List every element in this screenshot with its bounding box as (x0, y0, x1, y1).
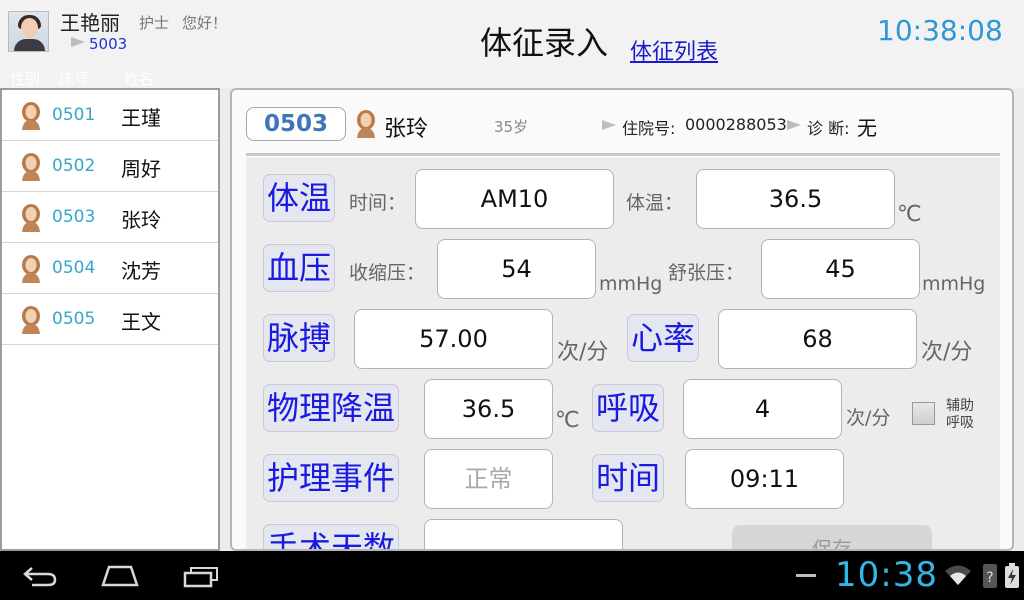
female-patient-icon (22, 153, 40, 181)
event-time-button[interactable]: 时间 (592, 454, 665, 502)
female-patient-icon (22, 306, 40, 334)
patient-list: 0501 王瑾 0502 周好 0503 张玲 0504 沈芳 0505 王文 (0, 88, 220, 551)
user-avatar (8, 11, 49, 52)
temperature-button[interactable]: 体温 (263, 174, 336, 222)
patient-bed: 0502 (52, 156, 96, 176)
temperature-label: 体温： (626, 192, 684, 214)
save-button[interactable]: 保存 (732, 525, 932, 549)
col-bed: 床号 (59, 70, 90, 88)
col-name: 姓名 (124, 70, 155, 88)
blood-pressure-button[interactable]: 血压 (263, 244, 336, 292)
assisted-breathing-label-line2: 呼吸 (946, 415, 974, 431)
pulse-unit: 次/分 (557, 340, 609, 365)
cooling-unit: ℃ (555, 408, 580, 433)
event-time-input[interactable]: 09:11 (685, 449, 844, 509)
diastolic-unit: mmHg (922, 273, 986, 295)
pulse-button[interactable]: 脉搏 (263, 314, 336, 362)
patient-name: 周好 (121, 157, 161, 181)
flag-icon (602, 120, 616, 130)
female-patient-icon (22, 255, 40, 283)
patient-row[interactable]: 0503 张玲 (2, 192, 218, 243)
heart-rate-input[interactable]: 68 (718, 309, 917, 369)
patient-row[interactable]: 0502 周好 (2, 141, 218, 192)
vitals-list-link[interactable]: 体征列表 (630, 34, 718, 66)
flag-icon (787, 120, 801, 130)
recent-apps-icon[interactable] (183, 564, 219, 588)
temperature-unit: ℃ (897, 202, 922, 227)
diagnosis-label: 诊 断: (807, 119, 850, 138)
diagnosis-value: 无 (857, 116, 877, 140)
heart-rate-button[interactable]: 心率 (627, 314, 700, 362)
patient-name: 张玲 (121, 208, 161, 232)
assisted-breathing-checkbox[interactable] (912, 402, 935, 425)
systolic-input[interactable]: 54 (437, 239, 596, 299)
header-clock: 10:38:08 (877, 14, 1003, 47)
surgery-days-button[interactable]: 手术天数 (263, 524, 400, 549)
nursing-event-button[interactable]: 护理事件 (263, 454, 400, 502)
user-name: 王艳丽 (60, 11, 120, 35)
wifi-icon (945, 565, 971, 585)
diastolic-label: 舒张压： (668, 262, 745, 284)
selected-patient-name: 张玲 (384, 117, 429, 142)
flag-icon (71, 37, 85, 47)
time-label: 时间： (349, 192, 407, 214)
patient-row[interactable]: 0501 王瑾 (2, 90, 218, 141)
pulse-input[interactable]: 57.00 (354, 309, 553, 369)
respiration-unit: 次/分 (846, 407, 891, 429)
selected-patient-age: 35岁 (494, 118, 529, 136)
page-title: 体征录入 (480, 24, 609, 62)
vitals-form: 体温 时间： AM10 体温： 36.5 ℃ 血压 收缩压： 54 mmHg 舒… (246, 158, 1000, 549)
patient-row[interactable]: 0504 沈芳 (2, 243, 218, 294)
battery-charging-icon (1005, 563, 1019, 588)
patient-bed: 0504 (52, 258, 96, 278)
systolic-unit: mmHg (599, 273, 663, 295)
respiration-input[interactable]: 4 (683, 379, 842, 439)
patient-bed: 0505 (52, 309, 96, 329)
female-patient-icon (22, 204, 40, 232)
cooling-input[interactable]: 36.5 (424, 379, 553, 439)
svg-text:?: ? (986, 570, 993, 586)
temperature-time-input[interactable]: AM10 (415, 169, 614, 229)
signal-unknown-icon: ? (983, 564, 997, 588)
patient-bed: 0501 (52, 105, 96, 125)
temperature-input[interactable]: 36.5 (696, 169, 895, 229)
surgery-days-input[interactable] (424, 519, 623, 549)
user-id: 5003 (89, 35, 128, 53)
female-patient-icon (357, 110, 375, 138)
respiration-button[interactable]: 呼吸 (592, 384, 665, 432)
patient-row[interactable]: 0505 王文 (2, 294, 218, 345)
user-greeting: 您好！ (182, 14, 228, 32)
systolic-label: 收缩压： (349, 262, 426, 284)
app-header: 王艳丽 护士 您好！ 5003 体征录入 体征列表 10:38:08 性别 床号… (0, 0, 1024, 88)
system-clock: 10:38 (835, 555, 938, 595)
heart-rate-unit: 次/分 (921, 340, 973, 365)
patient-name: 沈芳 (121, 259, 161, 283)
col-gender: 性别 (10, 70, 41, 88)
physical-cooling-button[interactable]: 物理降温 (263, 384, 400, 432)
admission-number: 0000288053 (685, 115, 787, 134)
home-icon[interactable] (101, 563, 139, 587)
patient-name: 王文 (121, 310, 161, 334)
divider (246, 153, 1000, 156)
diastolic-input[interactable]: 45 (761, 239, 920, 299)
vitals-panel: 0503 张玲 35岁 住院号: 0000288053 诊 断: 无 体温 时间… (230, 88, 1014, 551)
admission-label: 住院号: (622, 119, 676, 138)
notification-dash-icon (796, 574, 816, 577)
user-role: 护士 (139, 14, 170, 32)
patient-name: 王瑾 (121, 106, 161, 130)
assisted-breathing-label-line1: 辅助 (946, 398, 974, 414)
patient-bed: 0503 (52, 207, 96, 227)
system-nav-bar: 10:38 ? (0, 551, 1024, 600)
back-icon[interactable] (22, 565, 58, 587)
selected-bed-badge: 0503 (246, 107, 346, 141)
female-patient-icon (22, 102, 40, 130)
nursing-event-input[interactable]: 正常 (424, 449, 553, 509)
